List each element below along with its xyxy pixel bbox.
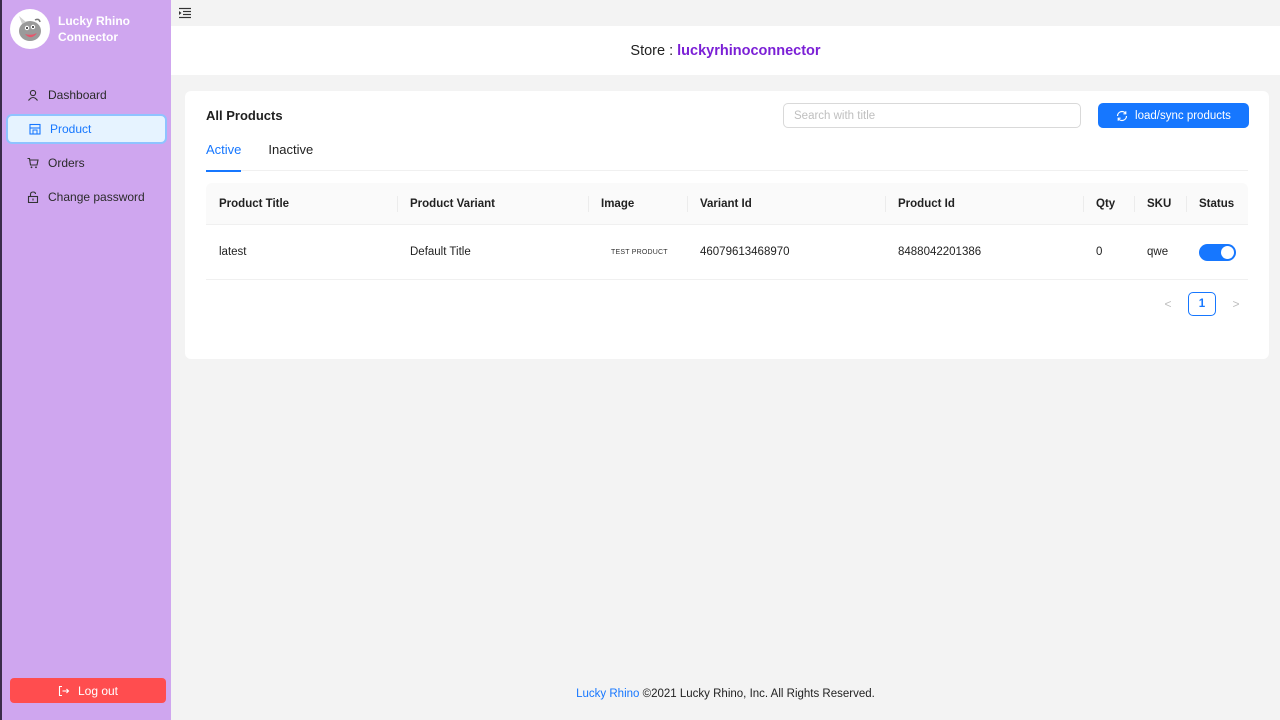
logout-button[interactable]: Log out — [10, 678, 166, 703]
top-strip — [171, 0, 1280, 26]
status-tabs: Active Inactive — [206, 140, 1248, 172]
column-header: Status — [1186, 183, 1248, 224]
product-image: TEST PRODUCT — [588, 225, 687, 279]
column-header: Product Id — [885, 183, 1083, 224]
status-toggle[interactable] — [1199, 243, 1236, 261]
brand: Lucky Rhino Connector — [2, 0, 171, 50]
rhino-logo-icon — [10, 8, 50, 49]
sidebar-item-label: Change password — [48, 190, 145, 204]
sync-products-button[interactable]: load/sync products — [1098, 103, 1249, 128]
user-icon — [26, 88, 40, 102]
brand-name: Lucky Rhino Connector — [58, 13, 131, 44]
prev-page-icon[interactable]: < — [1156, 297, 1180, 311]
tab-inactive[interactable]: Inactive — [268, 140, 313, 171]
product-title: latest — [219, 246, 247, 258]
column-header: Image — [588, 183, 687, 224]
cart-icon — [26, 156, 40, 170]
sidebar-item-label: Dashboard — [48, 88, 107, 102]
sidebar-item-label: Orders — [48, 156, 85, 170]
column-header: Qty — [1083, 183, 1134, 224]
sync-icon — [1116, 110, 1128, 122]
lock-icon — [26, 190, 40, 204]
product-image-text: TEST PRODUCT — [611, 248, 668, 256]
sidebar-item-change-password[interactable]: Change password — [6, 182, 167, 212]
store-label: Store : — [630, 42, 674, 59]
quantity: 0 — [1096, 246, 1103, 258]
sku: qwe — [1147, 246, 1169, 258]
sidebar-item-dashboard[interactable]: Dashboard — [6, 80, 167, 110]
product-variant: Default Title — [410, 246, 471, 258]
table-row: latest Default Title TEST PRODUCT 460796… — [206, 225, 1248, 280]
tab-active[interactable]: Active — [206, 140, 242, 172]
shop-icon — [28, 122, 42, 136]
table-header: Product Title Product Variant Image Vari… — [206, 183, 1248, 225]
column-header: SKU — [1134, 183, 1186, 224]
page-title: All Products — [206, 108, 283, 123]
next-page-icon[interactable]: > — [1224, 297, 1248, 311]
sidebar-item-product[interactable]: Product — [6, 114, 167, 144]
column-header: Product Title — [219, 197, 290, 210]
column-header: Variant Id — [687, 183, 885, 224]
sidebar-nav: Dashboard Product Orders Change password — [2, 80, 171, 212]
store-name: luckyrhinoconnector — [677, 42, 821, 59]
sync-label: load/sync products — [1135, 109, 1231, 122]
status-cell — [1186, 225, 1248, 279]
products-card: All Products load/sync products Active I… — [185, 91, 1269, 359]
page-number[interactable]: 1 — [1188, 292, 1216, 316]
footer-text: ©2021 Lucky Rhino, Inc. All Rights Reser… — [642, 688, 875, 700]
logout-icon — [58, 685, 70, 697]
product-id: 8488042201386 — [898, 246, 982, 258]
sidebar: Lucky Rhino Connector Dashboard Product … — [0, 0, 171, 720]
logout-label: Log out — [77, 683, 119, 698]
pagination: < 1 > — [1156, 292, 1248, 316]
variant-id: 46079613468970 — [700, 246, 790, 258]
sidebar-item-orders[interactable]: Orders — [6, 148, 167, 178]
store-header: Store : luckyrhinoconnector — [171, 26, 1280, 75]
menu-fold-icon[interactable] — [178, 6, 192, 20]
sidebar-item-label: Product — [50, 122, 92, 136]
products-table: Product Title Product Variant Image Vari… — [206, 183, 1248, 280]
column-header: Product Variant — [397, 183, 588, 224]
footer-link[interactable]: Lucky Rhino — [576, 688, 639, 700]
search-input[interactable] — [783, 103, 1081, 128]
footer: Lucky Rhino ©2021 Lucky Rhino, Inc. All … — [171, 688, 1280, 700]
